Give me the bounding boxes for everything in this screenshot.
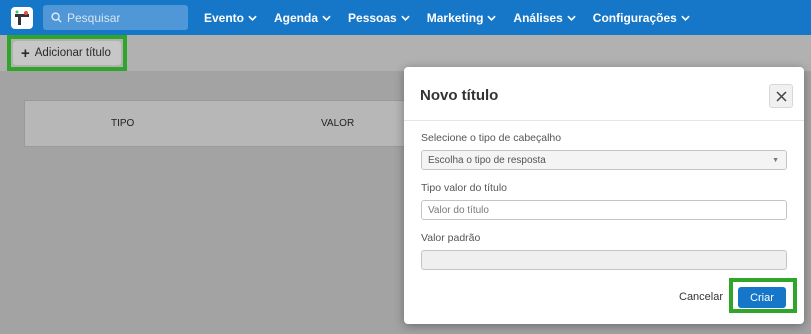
- search-icon: [51, 12, 62, 23]
- chevron-down-icon: [322, 15, 331, 21]
- nav-analises[interactable]: Análises: [513, 10, 576, 25]
- close-icon: [775, 90, 787, 102]
- header-type-value: Escolha o tipo de resposta: [428, 154, 546, 166]
- create-button-highlight: [729, 278, 797, 313]
- app-logo[interactable]: [11, 7, 33, 29]
- caret-down-icon: ▼: [772, 156, 779, 164]
- modal-divider: [404, 120, 804, 121]
- chevron-down-icon: [401, 15, 410, 21]
- header-type-select[interactable]: Escolha o tipo de resposta ▼: [421, 150, 787, 170]
- title-value-label: Tipo valor do título: [421, 182, 507, 194]
- nav-agenda-label: Agenda: [274, 10, 319, 25]
- close-button[interactable]: [769, 84, 793, 108]
- modal-title: Novo título: [420, 87, 499, 104]
- column-header-tipo: TIPO: [111, 118, 135, 129]
- nav-configuracoes[interactable]: Configurações: [593, 11, 690, 25]
- nav-marketing[interactable]: Marketing: [427, 11, 497, 25]
- default-value-label: Valor padrão: [421, 232, 481, 244]
- add-title-label: Adicionar título: [34, 47, 111, 59]
- nav-configuracoes-label: Configurações: [592, 10, 677, 25]
- column-header-valor: VALOR: [321, 118, 355, 129]
- titles-table-header: TIPO VALOR: [24, 100, 424, 147]
- add-title-button[interactable]: + Adicionar título: [13, 41, 121, 65]
- nav-evento[interactable]: Evento: [204, 11, 257, 25]
- cancel-button[interactable]: Cancelar: [679, 291, 723, 303]
- chevron-down-icon: [567, 15, 576, 21]
- nav-agenda[interactable]: Agenda: [274, 11, 331, 25]
- chevron-down-icon: [248, 15, 257, 21]
- main-nav: Evento Agenda Pessoas Marketing Análises…: [204, 0, 707, 35]
- chevron-down-icon: [681, 15, 690, 21]
- top-navbar: Evento Agenda Pessoas Marketing Análises…: [0, 0, 811, 35]
- title-value-input[interactable]: [421, 200, 787, 220]
- search-box[interactable]: [43, 5, 188, 30]
- nav-marketing-label: Marketing: [426, 10, 484, 25]
- chevron-down-icon: [487, 15, 497, 21]
- nav-evento-label: Evento: [204, 10, 245, 25]
- nav-pessoas-label: Pessoas: [348, 10, 397, 25]
- nav-pessoas[interactable]: Pessoas: [348, 11, 410, 25]
- search-input[interactable]: [67, 10, 177, 25]
- header-type-label: Selecione o tipo de cabeçalho: [421, 132, 562, 144]
- plus-icon: +: [21, 44, 30, 62]
- default-value-input[interactable]: [421, 250, 787, 270]
- nav-analises-label: Análises: [513, 10, 563, 25]
